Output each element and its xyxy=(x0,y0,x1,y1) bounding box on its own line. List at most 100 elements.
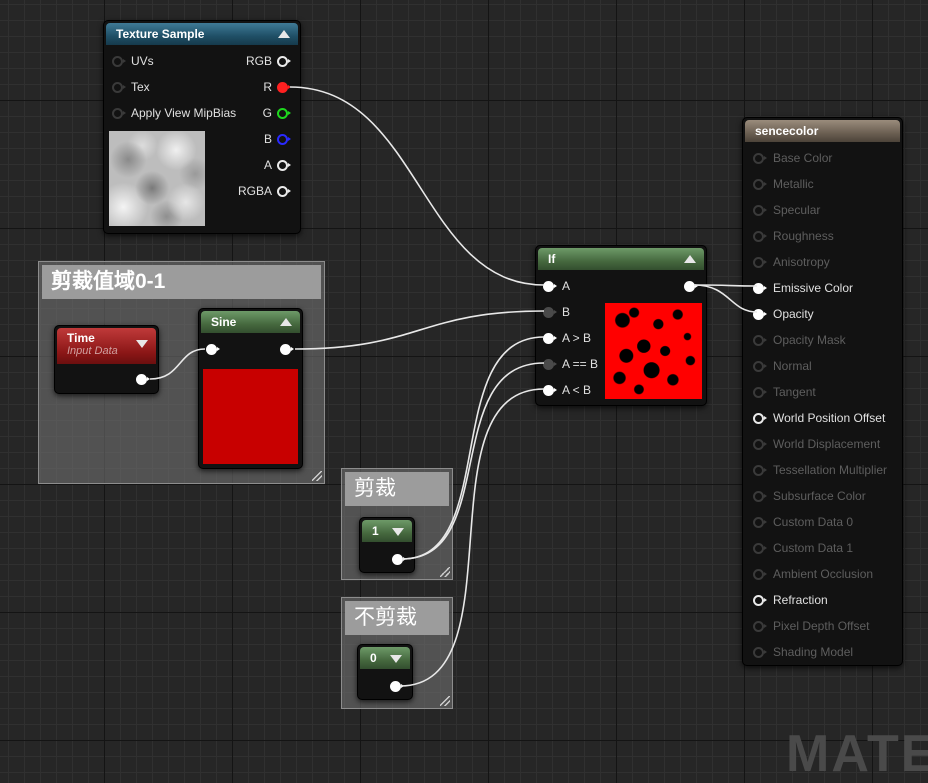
node-title: If xyxy=(548,252,556,266)
input-pin-a-greater-b[interactable] xyxy=(543,333,557,344)
node-header[interactable]: Sine xyxy=(201,311,300,333)
input-pin-world-position-offset[interactable] xyxy=(753,413,767,424)
input-pin-tessellation-multiplier[interactable] xyxy=(753,465,767,476)
node-header[interactable]: sencecolor xyxy=(745,120,900,142)
if-preview-thumbnail xyxy=(605,303,702,399)
pin-label-normal: Normal xyxy=(773,359,812,373)
node-header[interactable]: 1 xyxy=(362,520,412,542)
output-pin-constant-zero[interactable] xyxy=(390,681,404,692)
pin-label-tangent: Tangent xyxy=(773,385,816,399)
output-pin-sine[interactable] xyxy=(280,344,294,355)
node-title: Texture Sample xyxy=(116,27,205,41)
input-pin-a-less-b[interactable] xyxy=(543,385,557,396)
node-title: sencecolor xyxy=(755,124,819,138)
node-title: Sine xyxy=(211,315,237,329)
input-pin-b[interactable] xyxy=(543,307,557,318)
input-pin-base-color[interactable] xyxy=(753,153,767,164)
input-pin-custom-data-0[interactable] xyxy=(753,517,767,528)
material-result-node[interactable]: sencecolor Base Color Metallic Specular Rou… xyxy=(742,117,903,666)
pin-label-b: B xyxy=(562,305,571,319)
pin-label-emissive-color: Emissive Color xyxy=(773,281,854,295)
node-header[interactable]: 0 xyxy=(360,647,410,669)
expand-arrow-icon[interactable] xyxy=(390,655,402,663)
output-pin-rgba[interactable] xyxy=(277,186,291,197)
pin-label-opacity: Opacity xyxy=(773,307,814,321)
constant-value: 0 xyxy=(370,651,377,665)
pin-label-roughness: Roughness xyxy=(773,229,834,243)
node-header[interactable]: Texture Sample xyxy=(106,23,298,45)
pin-label-b: B xyxy=(263,132,272,146)
pin-label-anisotropy: Anisotropy xyxy=(773,255,830,269)
pin-label-mipbias: Apply View MipBias xyxy=(131,106,237,120)
pin-label-subsurface-color: Subsurface Color xyxy=(773,489,866,503)
output-pin-a[interactable] xyxy=(277,160,291,171)
output-pin-b[interactable] xyxy=(277,134,291,145)
input-pin-opacity-mask[interactable] xyxy=(753,335,767,346)
input-pin-subsurface-color[interactable] xyxy=(753,491,767,502)
input-pin-opacity[interactable] xyxy=(753,309,767,320)
collapse-arrow-icon[interactable] xyxy=(684,255,696,263)
input-pin-refraction[interactable] xyxy=(753,595,767,606)
material-editor-watermark: MATE xyxy=(786,725,928,783)
wire-sine-to-if-b xyxy=(294,310,545,350)
input-pin-custom-data-1[interactable] xyxy=(753,543,767,554)
output-pin-if[interactable] xyxy=(684,281,698,292)
input-pin-sine[interactable] xyxy=(206,344,220,355)
resize-handle-icon[interactable] xyxy=(312,471,322,481)
output-pin-time[interactable] xyxy=(136,374,150,385)
pin-label-a-less-b: A < B xyxy=(562,383,592,397)
wire-r-to-if-a xyxy=(289,86,545,286)
pin-label-a-greater-b: A > B xyxy=(562,331,592,345)
input-pin-anisotropy[interactable] xyxy=(753,257,767,268)
input-pin-emissive-color[interactable] xyxy=(753,283,767,294)
constant-one-node[interactable]: 1 xyxy=(359,517,415,573)
pin-label-rgb: RGB xyxy=(245,54,272,68)
pin-label-uvs: UVs xyxy=(131,54,154,68)
input-pin-a[interactable] xyxy=(543,281,557,292)
input-pin-tex[interactable] xyxy=(112,82,126,93)
pin-label-specular: Specular xyxy=(773,203,821,217)
resize-handle-icon[interactable] xyxy=(440,696,450,706)
input-pin-pixel-depth-offset[interactable] xyxy=(753,621,767,632)
output-pin-r[interactable] xyxy=(277,82,291,93)
node-header[interactable]: If xyxy=(538,248,704,270)
sine-node[interactable]: Sine xyxy=(198,308,303,469)
input-pin-ambient-occlusion[interactable] xyxy=(753,569,767,580)
comment-title: 剪裁 xyxy=(345,472,449,506)
input-pin-mipbias[interactable] xyxy=(112,108,126,119)
input-pin-specular[interactable] xyxy=(753,205,767,216)
pin-label-rgba: RGBA xyxy=(237,184,272,198)
pin-label-world-position-offset: World Position Offset xyxy=(773,411,886,425)
pin-label-opacity-mask: Opacity Mask xyxy=(773,333,846,347)
input-pin-shading-model[interactable] xyxy=(753,647,767,658)
output-pin-constant-one[interactable] xyxy=(392,554,406,565)
output-pin-rgb[interactable] xyxy=(277,56,291,67)
input-pin-tangent[interactable] xyxy=(753,387,767,398)
resize-handle-icon[interactable] xyxy=(440,567,450,577)
pin-label-ambient-occlusion: Ambient Occlusion xyxy=(773,567,874,581)
pin-label-base-color: Base Color xyxy=(773,151,833,165)
pin-label-r: R xyxy=(263,80,272,94)
texture-preview-thumbnail xyxy=(109,131,205,226)
pin-label-g: G xyxy=(262,106,272,120)
time-node[interactable]: Time Input Data xyxy=(54,325,159,394)
input-pin-roughness[interactable] xyxy=(753,231,767,242)
constant-zero-node[interactable]: 0 xyxy=(357,644,413,700)
output-pin-g[interactable] xyxy=(277,108,291,119)
expand-arrow-icon[interactable] xyxy=(392,528,404,536)
input-pin-uvs[interactable] xyxy=(112,56,126,67)
collapse-arrow-icon[interactable] xyxy=(278,30,290,38)
input-pin-normal[interactable] xyxy=(753,361,767,372)
comment-title: 不剪裁 xyxy=(345,601,449,635)
if-node[interactable]: If A B A > B A == B A < B xyxy=(535,245,707,406)
input-pin-a-equals-b[interactable] xyxy=(543,359,557,370)
texture-sample-node[interactable]: Texture Sample UVs Tex Apply View MipBia… xyxy=(103,20,301,234)
input-pin-metallic[interactable] xyxy=(753,179,767,190)
pin-label-pixel-depth-offset: Pixel Depth Offset xyxy=(773,619,870,633)
collapse-arrow-icon[interactable] xyxy=(280,318,292,326)
expand-arrow-icon[interactable] xyxy=(136,340,148,348)
constant-value: 1 xyxy=(372,524,379,538)
input-pin-world-displacement[interactable] xyxy=(753,439,767,450)
node-header[interactable]: Time Input Data xyxy=(57,328,156,364)
pin-label-a: A xyxy=(562,279,571,293)
